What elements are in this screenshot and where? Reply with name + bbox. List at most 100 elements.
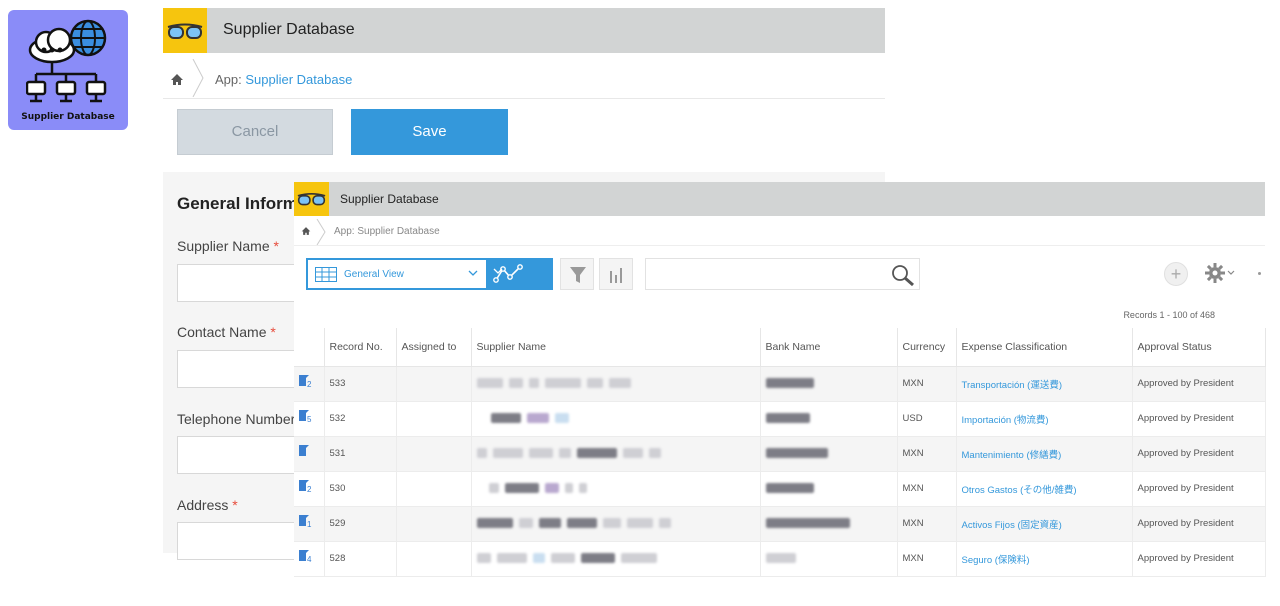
table-row[interactable]: 2 533 MXN Transportación (運送費) Approved … [294, 366, 1266, 402]
expense-classification-cell[interactable]: Seguro (保険料) [956, 541, 1133, 577]
app-logo[interactable] [163, 8, 207, 53]
glasses-icon [297, 193, 326, 206]
table-row[interactable]: 1 529 MXN Activos Fijos (固定資産) Approved … [294, 506, 1266, 542]
contact-name-label: Contact Name * [177, 324, 276, 340]
column-header-bank-name[interactable]: Bank Name [760, 328, 898, 367]
supplier-name-cell [471, 436, 761, 472]
supplier-name-input[interactable] [177, 264, 307, 302]
table-row[interactable]: 2 530 MXN Otros Gastos (その他/雑費) Approved… [294, 471, 1266, 507]
currency-cell: MXN [897, 541, 957, 577]
supplier-name-cell [471, 471, 761, 507]
column-header-approval-status[interactable]: Approval Status [1132, 328, 1266, 367]
record-detail-icon[interactable]: 2 [299, 375, 311, 389]
breadcrumb-text[interactable]: App: Supplier Database [334, 226, 440, 237]
currency-cell: MXN [897, 366, 957, 402]
breadcrumb-app-link[interactable]: Supplier Database [245, 72, 352, 87]
supplier-name-cell [471, 541, 761, 577]
app-logo[interactable] [294, 182, 329, 216]
home-icon[interactable] [301, 226, 311, 236]
table-row[interactable]: 531 MXN Mantenimiento (修繕費) Approved by … [294, 436, 1266, 472]
telephone-number-input[interactable] [177, 436, 307, 474]
approval-status-cell: Approved by President [1132, 541, 1266, 577]
app-tile-label: Supplier Database [21, 112, 115, 122]
app-header: Supplier Database [163, 8, 885, 53]
filter-icon [570, 267, 586, 283]
assigned-to-cell [396, 471, 472, 507]
record-no-cell: 529 [324, 506, 397, 542]
gear-icon[interactable] [1204, 262, 1236, 284]
column-header-assigned-to[interactable]: Assigned to [396, 328, 472, 367]
bank-name-cell [760, 366, 898, 402]
column-header-expense-classification[interactable]: Expense Classification [956, 328, 1133, 367]
expense-classification-cell[interactable]: Mantenimiento (修繕費) [956, 436, 1133, 472]
graph-button[interactable] [487, 258, 553, 290]
table-row[interactable]: 4 528 MXN Seguro (保険料) Approved by Presi… [294, 541, 1266, 577]
app-title: Supplier Database [340, 192, 439, 206]
view-label: General View [344, 269, 404, 280]
chevron-down-icon [493, 268, 503, 274]
address-label: Address * [177, 497, 238, 513]
chevron-down-icon [468, 270, 478, 276]
home-icon[interactable] [170, 73, 184, 86]
expense-classification-cell[interactable]: Importación (物流費) [956, 401, 1133, 437]
assigned-to-cell [396, 401, 472, 437]
view-selector[interactable]: General View [306, 258, 488, 290]
bank-name-cell [760, 436, 898, 472]
assigned-to-cell [396, 541, 472, 577]
approval-status-cell: Approved by President [1132, 401, 1266, 437]
supplier-name-cell [471, 506, 761, 542]
cloud-network-icon [26, 19, 107, 103]
cancel-button[interactable]: Cancel [177, 109, 333, 155]
record-detail-icon[interactable]: 1 [299, 515, 311, 529]
column-header-currency[interactable]: Currency [897, 328, 957, 367]
column-header [294, 328, 325, 367]
app-title: Supplier Database [223, 21, 355, 38]
chart-button[interactable] [599, 258, 633, 290]
column-header-record-no[interactable]: Record No. [324, 328, 397, 367]
supplier-name-label: Supplier Name * [177, 238, 279, 254]
contact-name-input[interactable] [177, 350, 307, 388]
column-header-supplier-name[interactable]: Supplier Name [471, 328, 761, 367]
expense-classification-cell[interactable]: Otros Gastos (その他/雑費) [956, 471, 1133, 507]
records-table: Record No. Assigned to Supplier Name Ban… [294, 328, 1266, 577]
glasses-icon [167, 23, 203, 39]
breadcrumb-prefix: App: [215, 72, 246, 87]
address-input[interactable] [177, 522, 307, 560]
expense-classification-cell[interactable]: Transportación (運送費) [956, 366, 1133, 402]
more-options-icon[interactable] [1258, 272, 1261, 275]
save-button[interactable]: Save [351, 109, 508, 155]
supplier-name-cell [471, 366, 761, 402]
record-no-cell: 532 [324, 401, 397, 437]
record-no-cell: 528 [324, 541, 397, 577]
currency-cell: MXN [897, 506, 957, 542]
approval-status-cell: Approved by President [1132, 366, 1266, 402]
app-tile[interactable]: Supplier Database [8, 10, 128, 130]
supplier-name-cell [471, 401, 761, 437]
expense-classification-cell[interactable]: Activos Fijos (固定資産) [956, 506, 1133, 542]
approval-status-cell: Approved by President [1132, 436, 1266, 472]
bank-name-cell [760, 506, 898, 542]
table-row[interactable]: 5 532 USD Importación (物流費) Approved by … [294, 401, 1266, 437]
records-count: Records 1 - 100 of 468 [1123, 310, 1215, 320]
record-detail-icon[interactable]: 4 [299, 550, 311, 564]
record-list-window: Supplier Database App: Supplier Database… [294, 182, 1266, 577]
add-record-button[interactable]: + [1164, 262, 1188, 286]
breadcrumb: App: Supplier Database [294, 216, 1265, 246]
search-input[interactable] [645, 258, 920, 290]
assigned-to-cell [396, 436, 472, 472]
table-view-icon [315, 267, 337, 282]
record-no-cell: 530 [324, 471, 397, 507]
bank-name-cell [760, 401, 898, 437]
filter-button[interactable] [560, 258, 594, 290]
search-icon[interactable] [890, 263, 916, 287]
currency-cell: USD [897, 401, 957, 437]
breadcrumb-separator-icon [192, 59, 204, 97]
bank-name-cell [760, 541, 898, 577]
record-detail-icon[interactable]: 2 [299, 480, 311, 494]
assigned-to-cell [396, 506, 472, 542]
breadcrumb-separator-icon [316, 219, 326, 245]
breadcrumb: App: Supplier Database [163, 53, 885, 99]
record-detail-icon[interactable] [299, 445, 311, 459]
record-detail-icon[interactable]: 5 [299, 410, 311, 424]
telephone-number-label: Telephone Number [177, 411, 296, 427]
